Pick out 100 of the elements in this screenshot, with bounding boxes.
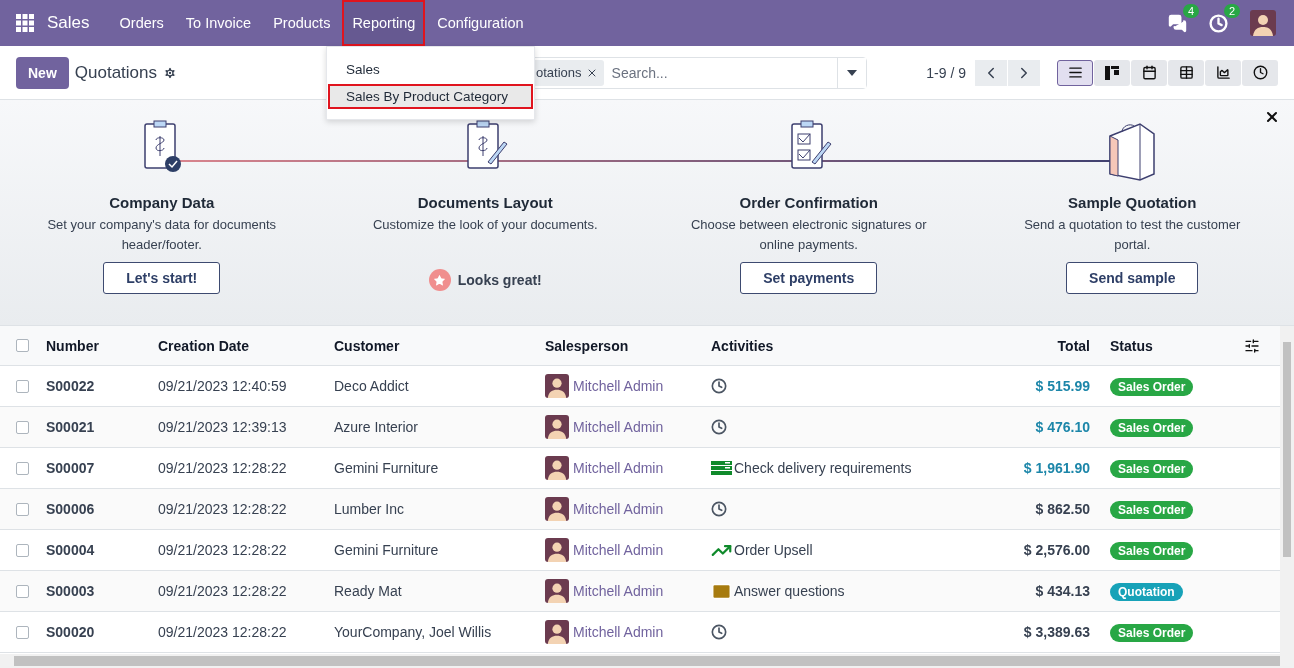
table-cell-text: 09/21/2023 12:28:22 xyxy=(158,542,288,558)
clock-icon[interactable] xyxy=(711,378,727,394)
status-badge: Sales Order xyxy=(1110,419,1194,437)
view-switch-button[interactable] xyxy=(1094,59,1130,86)
horizontal-scrollbar[interactable] xyxy=(0,654,1294,668)
table-cell-text: 09/21/2023 12:40:59 xyxy=(158,378,288,394)
checkbox[interactable] xyxy=(16,420,29,434)
step-description: Set your company's data for documents header/footer. xyxy=(46,216,278,254)
column-header[interactable]: Salesperson xyxy=(545,337,711,354)
checkbox[interactable] xyxy=(16,584,29,598)
menu-item[interactable]: Sales By Product Category xyxy=(328,84,533,109)
table-cell-text: 09/21/2023 12:28:22 xyxy=(158,583,288,599)
caret-icon xyxy=(847,69,858,76)
table-cell-text: 09/21/2023 12:28:22 xyxy=(158,460,288,476)
status-badge: Sales Order xyxy=(1110,378,1194,396)
sliders-icon[interactable] xyxy=(1244,337,1260,354)
avatar xyxy=(545,579,569,603)
table-cell-text: S00020 xyxy=(46,624,96,640)
step-description: Customize the look of your documents. xyxy=(371,216,599,234)
clock-icon[interactable] xyxy=(711,419,727,435)
salesperson-link[interactable]: Mitchell Admin xyxy=(573,624,664,640)
salesperson-link[interactable]: Mitchell Admin xyxy=(573,460,664,476)
table-cell-text: S00022 xyxy=(46,378,96,394)
nav-menu-item[interactable]: Products xyxy=(263,0,341,46)
user-avatar xyxy=(1250,10,1276,36)
checkbox[interactable] xyxy=(16,502,29,516)
column-header[interactable]: Total xyxy=(990,337,1100,354)
checkbox[interactable] xyxy=(16,461,29,475)
table-cell-text: S00003 xyxy=(46,583,96,599)
close-icon[interactable] xyxy=(1264,109,1280,125)
nav-menu-item[interactable]: Reporting xyxy=(342,0,426,46)
salesperson-link[interactable]: Mitchell Admin xyxy=(573,419,664,435)
status-badge: Sales Order xyxy=(1110,501,1194,519)
previous-button[interactable] xyxy=(975,59,1007,86)
status-badge: Sales Order xyxy=(1110,542,1194,560)
pager-value: 1-9 / 9 xyxy=(926,64,966,81)
calendar-icon xyxy=(1141,65,1157,80)
step-button[interactable]: Let's start! xyxy=(103,262,221,294)
task-list-icon[interactable] xyxy=(711,460,732,476)
checkbox[interactable] xyxy=(16,625,29,639)
settings-icon[interactable] xyxy=(163,65,178,80)
total-amount: $ 434.13 xyxy=(1034,583,1091,599)
view-switch-button[interactable] xyxy=(1205,59,1241,86)
step-button[interactable]: Set payments xyxy=(740,262,878,294)
view-switch-button[interactable] xyxy=(1057,59,1093,86)
step-title: Documents Layout xyxy=(417,194,553,211)
avatar xyxy=(545,374,569,398)
table-cell-text: Ready Mat xyxy=(334,583,403,599)
view-switch-button[interactable] xyxy=(1242,59,1278,86)
notification-badge: 2 xyxy=(1223,3,1240,18)
clock-icon[interactable] xyxy=(711,501,727,517)
kanban-icon xyxy=(1105,65,1119,80)
page-title: Quotations xyxy=(74,62,158,83)
total-amount: $ 476.10 xyxy=(1034,419,1091,435)
notification-badge: 4 xyxy=(1182,3,1199,18)
checkbox[interactable] xyxy=(16,379,29,393)
total-amount: $ 515.99 xyxy=(1034,378,1091,394)
column-header[interactable]: Status xyxy=(1100,337,1244,354)
checkbox[interactable] xyxy=(16,543,29,557)
apps-menu-icon[interactable] xyxy=(16,14,34,32)
view-switch-button[interactable] xyxy=(1168,59,1204,86)
salesperson-link[interactable]: Mitchell Admin xyxy=(573,542,664,558)
next-button[interactable] xyxy=(1008,59,1040,86)
column-header[interactable]: Number xyxy=(46,337,158,354)
total-amount: $ 3,389.63 xyxy=(1022,624,1091,640)
column-header[interactable]: Customer xyxy=(334,337,545,354)
view-switch-button[interactable] xyxy=(1131,59,1167,86)
table-cell-text: YourCompany, Joel Willis xyxy=(334,624,493,640)
total-amount: $ 2,576.00 xyxy=(1022,542,1091,558)
activity-label: Order Upsell xyxy=(734,542,813,558)
avatar xyxy=(545,620,569,644)
table-cell-text: 09/21/2023 12:28:22 xyxy=(158,624,288,640)
chat-icon[interactable] xyxy=(1168,13,1187,33)
step-description: Send a quotation to test the customer portal. xyxy=(1023,216,1242,254)
status-badge: Quotation xyxy=(1110,583,1183,601)
new-button[interactable]: New xyxy=(16,56,69,89)
step-title: Company Data xyxy=(109,194,215,211)
avatar xyxy=(545,456,569,480)
avatar xyxy=(545,497,569,521)
column-header[interactable]: Activities xyxy=(711,337,990,354)
app-name[interactable]: Sales xyxy=(47,13,90,33)
table-cell-text: 09/21/2023 12:39:13 xyxy=(158,419,288,435)
activity-label: Answer questions xyxy=(734,583,845,599)
status-badge: Sales Order xyxy=(1110,624,1194,642)
nav-menu-item[interactable]: Configuration xyxy=(427,0,534,46)
column-header[interactable]: Creation Date xyxy=(158,337,334,354)
status-badge: Sales Order xyxy=(1110,460,1194,478)
nav-menu-item[interactable]: To Invoice xyxy=(175,0,262,46)
checkbox[interactable] xyxy=(16,339,29,352)
clock-icon[interactable] xyxy=(711,624,727,640)
salesperson-link[interactable]: Mitchell Admin xyxy=(573,378,664,394)
table-cell-text: S00021 xyxy=(46,419,96,435)
salesperson-link[interactable]: Mitchell Admin xyxy=(573,501,664,517)
step-button[interactable]: Send sample xyxy=(1066,262,1199,294)
salesperson-link[interactable]: Mitchell Admin xyxy=(573,583,664,599)
vertical-scrollbar[interactable] xyxy=(1280,326,1294,654)
search-options-button[interactable] xyxy=(837,57,867,88)
clock-icon xyxy=(1252,65,1268,80)
table-cell-text: S00006 xyxy=(46,501,96,517)
nav-menu-item[interactable]: Orders xyxy=(109,0,174,46)
